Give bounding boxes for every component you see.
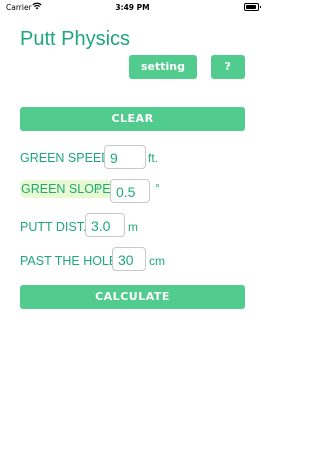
putt-dist-unit: m: [128, 220, 138, 234]
setting-button[interactable]: setting: [129, 55, 197, 79]
status-time: 3:49 PM: [115, 3, 150, 12]
putt-dist-field[interactable]: 3.0: [85, 213, 125, 237]
green-slope-unit: °: [155, 181, 160, 195]
past-hole-label: PAST THE HOLE:: [20, 254, 121, 268]
status-bar: Carrier 3:49 PM: [0, 0, 265, 14]
past-hole-unit: cm: [149, 254, 165, 268]
putt-dist-label: PUTT DIST.:: [20, 220, 90, 234]
green-speed-unit: ft.: [148, 151, 159, 165]
green-speed-field[interactable]: 9: [104, 145, 146, 169]
green-slope-separator: :: [96, 182, 100, 196]
green-speed-label: GREEN SPEED:: [20, 151, 114, 165]
past-hole-field[interactable]: 30: [112, 247, 146, 271]
battery-icon: [244, 3, 261, 11]
app-title: Putt Physics: [20, 28, 131, 50]
help-button[interactable]: ?: [211, 55, 245, 79]
green-slope-field[interactable]: 0.5: [110, 179, 150, 203]
calculate-button[interactable]: CALCULATE: [20, 285, 245, 309]
clear-button[interactable]: CLEAR: [20, 107, 245, 131]
